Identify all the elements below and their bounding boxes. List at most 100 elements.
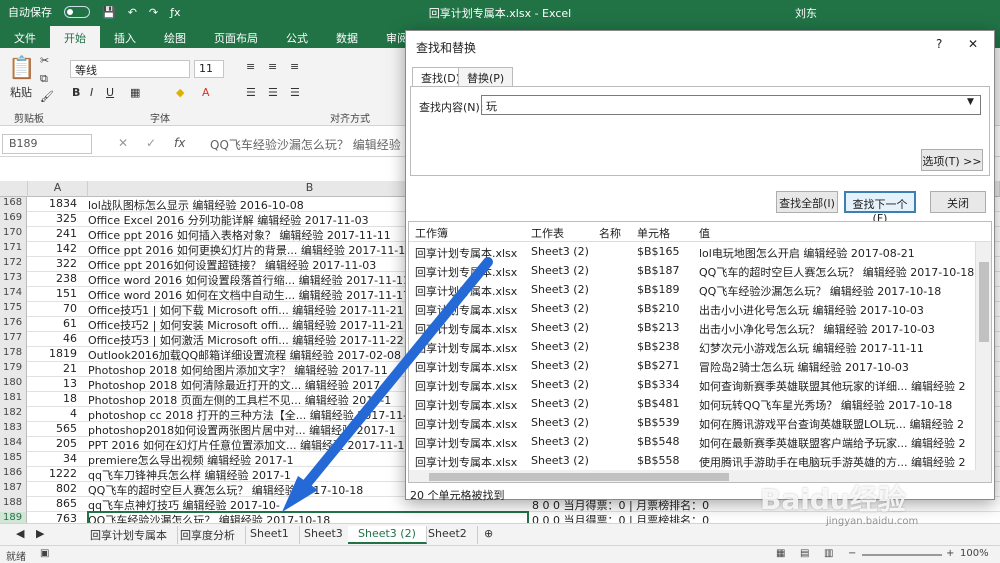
- insert-function-icon[interactable]: fx: [174, 136, 185, 150]
- find-all-button[interactable]: 查找全部(I): [776, 191, 838, 213]
- cell-a[interactable]: 865: [28, 497, 80, 510]
- zoom-out-icon[interactable]: −: [848, 548, 856, 559]
- result-row[interactable]: 回享计划专属本.xlsx Sheet3 (2) $B$539 如何在腾讯游戏平台查询英…: [409, 413, 969, 432]
- font-color-icon[interactable]: A: [202, 86, 210, 99]
- paste-button[interactable]: 粘贴: [10, 84, 32, 100]
- cell-a[interactable]: 1834: [28, 197, 80, 210]
- next-sheet-icon[interactable]: ▶: [26, 526, 54, 544]
- add-sheet-icon[interactable]: ⊕: [474, 526, 503, 544]
- header-cell[interactable]: 单元格: [637, 225, 697, 241]
- row-header[interactable]: 175: [0, 302, 27, 317]
- user-name[interactable]: 刘东: [795, 5, 817, 21]
- cell-a[interactable]: 13: [28, 377, 80, 390]
- border-icon[interactable]: ▦: [130, 86, 140, 99]
- row-header[interactable]: 176: [0, 317, 27, 332]
- cell-a[interactable]: 1819: [28, 347, 80, 360]
- dialog-close-icon[interactable]: ✕: [968, 37, 978, 51]
- row-header[interactable]: 186: [0, 467, 27, 482]
- cell-a[interactable]: 46: [28, 332, 80, 345]
- cell-a[interactable]: 61: [28, 317, 80, 330]
- row-header[interactable]: 174: [0, 287, 27, 302]
- options-button[interactable]: 选项(T) >>: [921, 149, 983, 171]
- row-header[interactable]: 170: [0, 227, 27, 242]
- macro-record-icon[interactable]: ▣: [40, 548, 49, 559]
- cell-a[interactable]: 325: [28, 212, 80, 225]
- align-center-icon[interactable]: ☰: [268, 86, 278, 99]
- result-row[interactable]: 回享计划专属本.xlsx Sheet3 (2) $B$481 如何玩转QQ飞车星光秀场…: [409, 394, 969, 413]
- normal-view-icon[interactable]: ▦: [776, 548, 785, 559]
- cell-a[interactable]: 151: [28, 287, 80, 300]
- select-all-corner[interactable]: [0, 181, 28, 197]
- align-top-icon[interactable]: ≡: [246, 60, 255, 73]
- zoom-slider[interactable]: [862, 554, 942, 556]
- find-dropdown-icon[interactable]: ▼: [967, 97, 974, 107]
- cell-a[interactable]: 34: [28, 452, 80, 465]
- cell-a[interactable]: 4: [28, 407, 80, 420]
- tab-replace[interactable]: 替换(P): [458, 67, 514, 87]
- align-bottom-icon[interactable]: ≡: [290, 60, 299, 73]
- paste-icon[interactable]: 📋: [8, 56, 35, 81]
- sheet-tab-1[interactable]: 回享计划专属本: [80, 526, 178, 544]
- tab-formulas[interactable]: 公式: [272, 26, 322, 48]
- enter-icon[interactable]: ✓: [146, 136, 156, 150]
- align-left-icon[interactable]: ☰: [246, 86, 256, 99]
- row-header[interactable]: 180: [0, 377, 27, 392]
- cell-a[interactable]: 802: [28, 482, 80, 495]
- align-right-icon[interactable]: ☰: [290, 86, 300, 99]
- result-row[interactable]: 回享计划专属本.xlsx Sheet3 (2) $B$334 如何查询新赛季英雄联盟其…: [409, 375, 969, 394]
- page-break-view-icon[interactable]: ▥: [824, 548, 833, 559]
- result-row[interactable]: 回享计划专属本.xlsx Sheet3 (2) $B$187 QQ飞车的超时空巨人赛怎…: [409, 261, 974, 280]
- italic-icon[interactable]: I: [90, 86, 93, 99]
- row-header[interactable]: 169: [0, 212, 27, 227]
- font-name-select[interactable]: 等线: [70, 60, 190, 78]
- header-value[interactable]: 值: [699, 225, 981, 241]
- close-button[interactable]: 关闭: [930, 191, 986, 213]
- tab-page-layout[interactable]: 页面布局: [200, 26, 272, 48]
- formula-input[interactable]: QQ飞车经验沙漏怎么玩？ 编辑经验 2: [210, 136, 405, 153]
- result-row[interactable]: 回享计划专属本.xlsx Sheet3 (2) $B$210 出击小小进化号怎么玩 编…: [409, 299, 969, 318]
- tab-home[interactable]: 开始: [50, 26, 100, 48]
- header-name[interactable]: 名称: [599, 225, 635, 241]
- cell-a[interactable]: 21: [28, 362, 80, 375]
- cell-a[interactable]: 142: [28, 242, 80, 255]
- cell-a[interactable]: 18: [28, 392, 80, 405]
- row-header[interactable]: 177: [0, 332, 27, 347]
- row-header[interactable]: 168: [0, 197, 27, 212]
- result-row[interactable]: 回享计划专属本.xlsx Sheet3 (2) $B$238 幻梦次元小游戏怎么玩 编…: [409, 337, 969, 356]
- cell-a[interactable]: 238: [28, 272, 80, 285]
- cell-a[interactable]: 565: [28, 422, 80, 435]
- row-header[interactable]: 171: [0, 242, 27, 257]
- header-workbook[interactable]: 工作簿: [415, 225, 525, 241]
- tab-draw[interactable]: 绘图: [150, 26, 200, 48]
- sheet-tab-active[interactable]: Sheet3 (2): [348, 526, 427, 544]
- row-header[interactable]: 181: [0, 392, 27, 407]
- align-middle-icon[interactable]: ≡: [268, 60, 277, 73]
- result-row[interactable]: 回享计划专属本.xlsx Sheet3 (2) $B$189 QQ飞车经验沙漏怎么玩？…: [409, 280, 969, 299]
- zoom-level[interactable]: 100%: [960, 548, 989, 559]
- row-header[interactable]: 185: [0, 452, 27, 467]
- find-next-button[interactable]: 查找下一个(F): [844, 191, 916, 225]
- bold-icon[interactable]: B: [72, 86, 80, 99]
- copy-icon[interactable]: ⧉: [40, 72, 48, 86]
- cut-icon[interactable]: ✂: [40, 54, 49, 67]
- results-vertical-scrollbar[interactable]: [975, 242, 991, 482]
- fill-color-icon[interactable]: ◆: [176, 86, 184, 99]
- cell-a[interactable]: 70: [28, 302, 80, 315]
- page-layout-view-icon[interactable]: ▤: [800, 548, 809, 559]
- header-sheet[interactable]: 工作表: [531, 225, 595, 241]
- cell-a[interactable]: 322: [28, 257, 80, 270]
- find-input[interactable]: 玩: [481, 95, 981, 115]
- help-button[interactable]: ?: [936, 37, 942, 51]
- row-header[interactable]: 187: [0, 482, 27, 497]
- row-header[interactable]: 179: [0, 362, 27, 377]
- name-box[interactable]: B189: [2, 134, 92, 154]
- results-list[interactable]: 工作簿 工作表 名称 单元格 值 回享计划专属本.xlsx Sheet3 (2) $…: [408, 221, 992, 483]
- sheet-tab-2[interactable]: 回享度分析: [170, 526, 246, 544]
- cell-a[interactable]: 1222: [28, 467, 80, 480]
- zoom-in-icon[interactable]: +: [946, 548, 954, 559]
- row-header[interactable]: 183: [0, 422, 27, 437]
- sheet-tab-3[interactable]: Sheet1: [240, 526, 300, 544]
- tab-file[interactable]: 文件: [0, 26, 50, 48]
- underline-icon[interactable]: U: [106, 86, 114, 99]
- result-row[interactable]: 回享计划专属本.xlsx Sheet3 (2) $B$165 lol电玩地图怎么开启 …: [409, 242, 969, 261]
